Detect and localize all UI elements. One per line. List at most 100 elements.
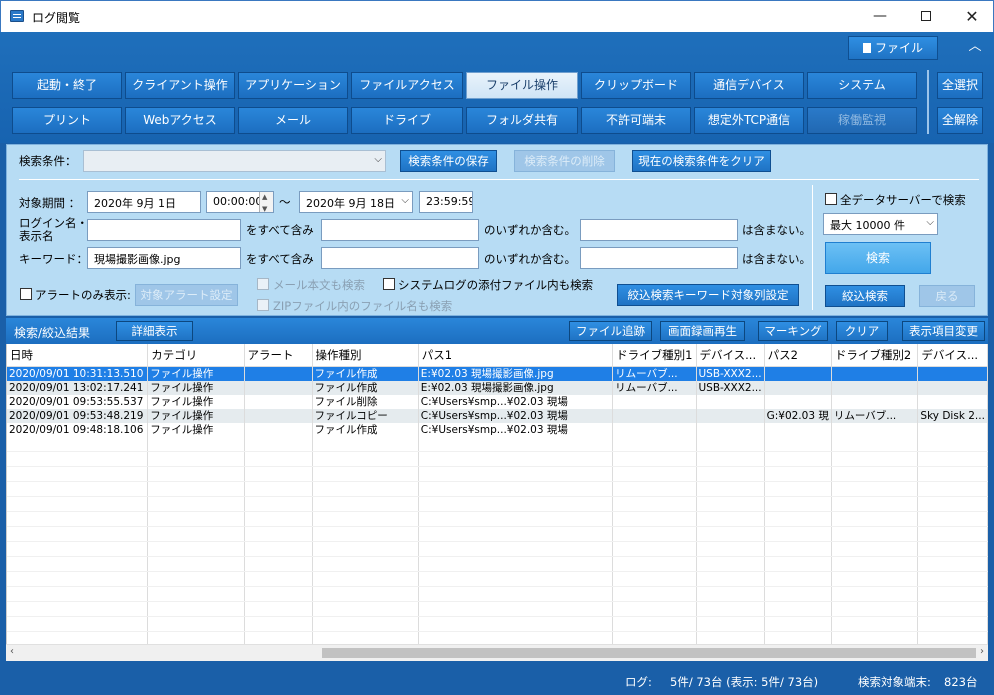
save-condition-button[interactable]: 検索条件の保存	[400, 150, 497, 172]
column-header[interactable]: アラート	[244, 344, 313, 367]
table-cell: ファイル操作	[147, 394, 245, 409]
category-button[interactable]: ファイル操作	[466, 72, 578, 99]
scroll-right-icon[interactable]: ›	[980, 646, 984, 657]
column-header[interactable]: デバイス...	[696, 344, 765, 367]
chevron-down-icon: ⌵	[374, 154, 382, 165]
detail-view-button[interactable]: 詳細表示	[116, 321, 193, 341]
all-servers-checkbox[interactable]	[825, 193, 837, 205]
table-cell: 2020/09/01 10:31:13.510	[7, 366, 149, 381]
category-button[interactable]: ドライブ	[351, 107, 463, 134]
category-button[interactable]: 不許可端末	[581, 107, 691, 134]
select-all-button[interactable]: 全選択	[937, 72, 983, 99]
keyword-or-input[interactable]	[321, 247, 479, 269]
delete-condition-button[interactable]: 検索条件の削除	[514, 150, 615, 172]
table-row[interactable]: 2020/09/01 13:02:17.241 ファイル操作 ファイル作成 E:¥02…	[7, 380, 988, 395]
zip-names-checkbox[interactable]	[257, 299, 269, 311]
search-condition-select[interactable]: ⌵	[83, 150, 386, 172]
time-to-input[interactable]: 23:59:59	[419, 191, 473, 213]
clear-condition-button[interactable]: 現在の検索条件をクリア	[632, 150, 771, 172]
category-button[interactable]: 想定外TCP通信	[694, 107, 804, 134]
login-or-input[interactable]	[321, 219, 479, 241]
category-button[interactable]: メール	[238, 107, 348, 134]
change-columns-button[interactable]: 表示項目変更	[902, 321, 985, 341]
keyword-not-input[interactable]	[580, 247, 738, 269]
table-row[interactable]: 2020/09/01 10:31:13.510 ファイル操作 ファイル作成 E:¥02…	[7, 366, 988, 381]
login-and-text: をすべて含み	[246, 223, 314, 237]
category-button[interactable]: フォルダ共有	[466, 107, 578, 134]
horizontal-scrollbar[interactable]: ‹ ›	[6, 644, 988, 661]
category-button[interactable]: ファイルアクセス	[351, 72, 463, 99]
column-header[interactable]: ドライブ種別2	[831, 344, 919, 367]
category-button[interactable]: クリップボード	[581, 72, 691, 99]
search-button[interactable]: 検索	[825, 242, 931, 274]
date-to-input[interactable]: 2020年 9月 18日 ⌵	[299, 191, 413, 213]
table-row[interactable]: 2020/09/01 09:53:48.219 ファイル操作 ファイルコピー C:¥U…	[7, 408, 988, 423]
empty-row	[7, 511, 988, 527]
mail-body-checkbox[interactable]	[257, 278, 269, 290]
category-button[interactable]: クライアント操作	[125, 72, 235, 99]
keyword-and-input[interactable]: 現場撮影画像.jpg	[87, 247, 241, 269]
marking-button[interactable]: マーキング	[758, 321, 828, 341]
table-cell: E:¥02.03 現場撮影画像.jpg	[418, 366, 614, 381]
log-count-label: ログ:	[625, 675, 652, 689]
login-name-label: ログイン名・ 表示名	[19, 216, 88, 243]
minimize-button[interactable]: —	[857, 1, 903, 32]
column-header[interactable]: パス1	[418, 344, 614, 367]
table-cell: Sky Disk 2...	[917, 408, 988, 423]
deselect-all-button[interactable]: 全解除	[937, 107, 983, 134]
table-cell: G:¥02.03 現	[764, 408, 832, 423]
table-row[interactable]: 2020/09/01 09:53:55.537 ファイル操作 ファイル削除 C:¥Us…	[7, 394, 988, 409]
back-button[interactable]: 戻る	[919, 285, 975, 307]
empty-row	[7, 541, 988, 557]
time-from-spinner[interactable]	[259, 192, 273, 212]
login-not-input[interactable]	[580, 219, 738, 241]
clear-results-button[interactable]: クリア	[836, 321, 888, 341]
category-button[interactable]: 起動・終了	[12, 72, 122, 99]
search-condition-label: 検索条件：	[19, 154, 77, 168]
keyword-label: キーワード：	[19, 252, 88, 266]
table-cell	[244, 408, 313, 423]
close-button[interactable]: ✕	[949, 1, 994, 32]
category-button[interactable]: Webアクセス	[125, 107, 235, 134]
empty-row	[7, 496, 988, 512]
alert-only-checkbox[interactable]	[20, 288, 32, 300]
column-header[interactable]: パス2	[764, 344, 832, 367]
category-button[interactable]: 稼働監視	[807, 107, 917, 134]
collapse-chevron-icon[interactable]: ︿	[966, 38, 984, 56]
syslog-attach-checkbox[interactable]	[383, 278, 395, 290]
table-row[interactable]: 2020/09/01 09:48:18.106 ファイル操作 ファイル作成 C:¥Us…	[7, 422, 988, 437]
file-trace-button[interactable]: ファイル追跡	[569, 321, 652, 341]
max-count-select[interactable]: 最大 10000 件 ⌵	[823, 213, 938, 235]
column-header[interactable]: ドライブ種別1	[612, 344, 697, 367]
refine-search-button[interactable]: 絞込検索	[825, 285, 905, 307]
column-header[interactable]: 日時	[7, 344, 149, 367]
results-table[interactable]: 日時 カテゴリ アラート 操作種別 パス1 ドライブ種別1 デバイス... パス2 ドライブ種別…	[6, 344, 988, 644]
scrollbar-thumb[interactable]	[322, 648, 976, 658]
date-from-input[interactable]: 2020年 9月 1日	[87, 191, 201, 213]
column-header[interactable]: デバイス...	[917, 344, 988, 367]
column-header[interactable]: カテゴリ	[147, 344, 245, 367]
login-not-text: は含まない。	[742, 223, 811, 237]
time-from-input[interactable]: 00:00:00	[206, 191, 274, 213]
empty-row	[7, 526, 988, 542]
category-button[interactable]: システム	[807, 72, 917, 99]
table-cell	[917, 366, 988, 381]
login-and-input[interactable]	[87, 219, 241, 241]
column-header[interactable]: 操作種別	[312, 344, 419, 367]
empty-row	[7, 466, 988, 482]
alert-settings-button[interactable]: 対象アラート設定	[135, 284, 238, 306]
category-button[interactable]: 通信デバイス	[694, 72, 804, 99]
refine-columns-button[interactable]: 絞込検索キーワード対象列設定	[617, 284, 799, 306]
table-cell: USB-XXX2...	[696, 366, 765, 381]
scroll-left-icon[interactable]: ‹	[10, 646, 14, 657]
table-cell: ファイル作成	[312, 422, 419, 437]
file-menu-button[interactable]: ファイル	[848, 36, 938, 60]
keyword-not-text: は含まない。	[742, 252, 811, 266]
maximize-button[interactable]	[903, 1, 949, 32]
category-button[interactable]: プリント	[12, 107, 122, 134]
table-cell	[612, 408, 697, 423]
screen-recording-button[interactable]: 画面録画再生	[660, 321, 745, 341]
table-cell	[917, 394, 988, 409]
category-button[interactable]: アプリケーション	[238, 72, 348, 99]
table-cell: ファイル操作	[147, 380, 245, 395]
